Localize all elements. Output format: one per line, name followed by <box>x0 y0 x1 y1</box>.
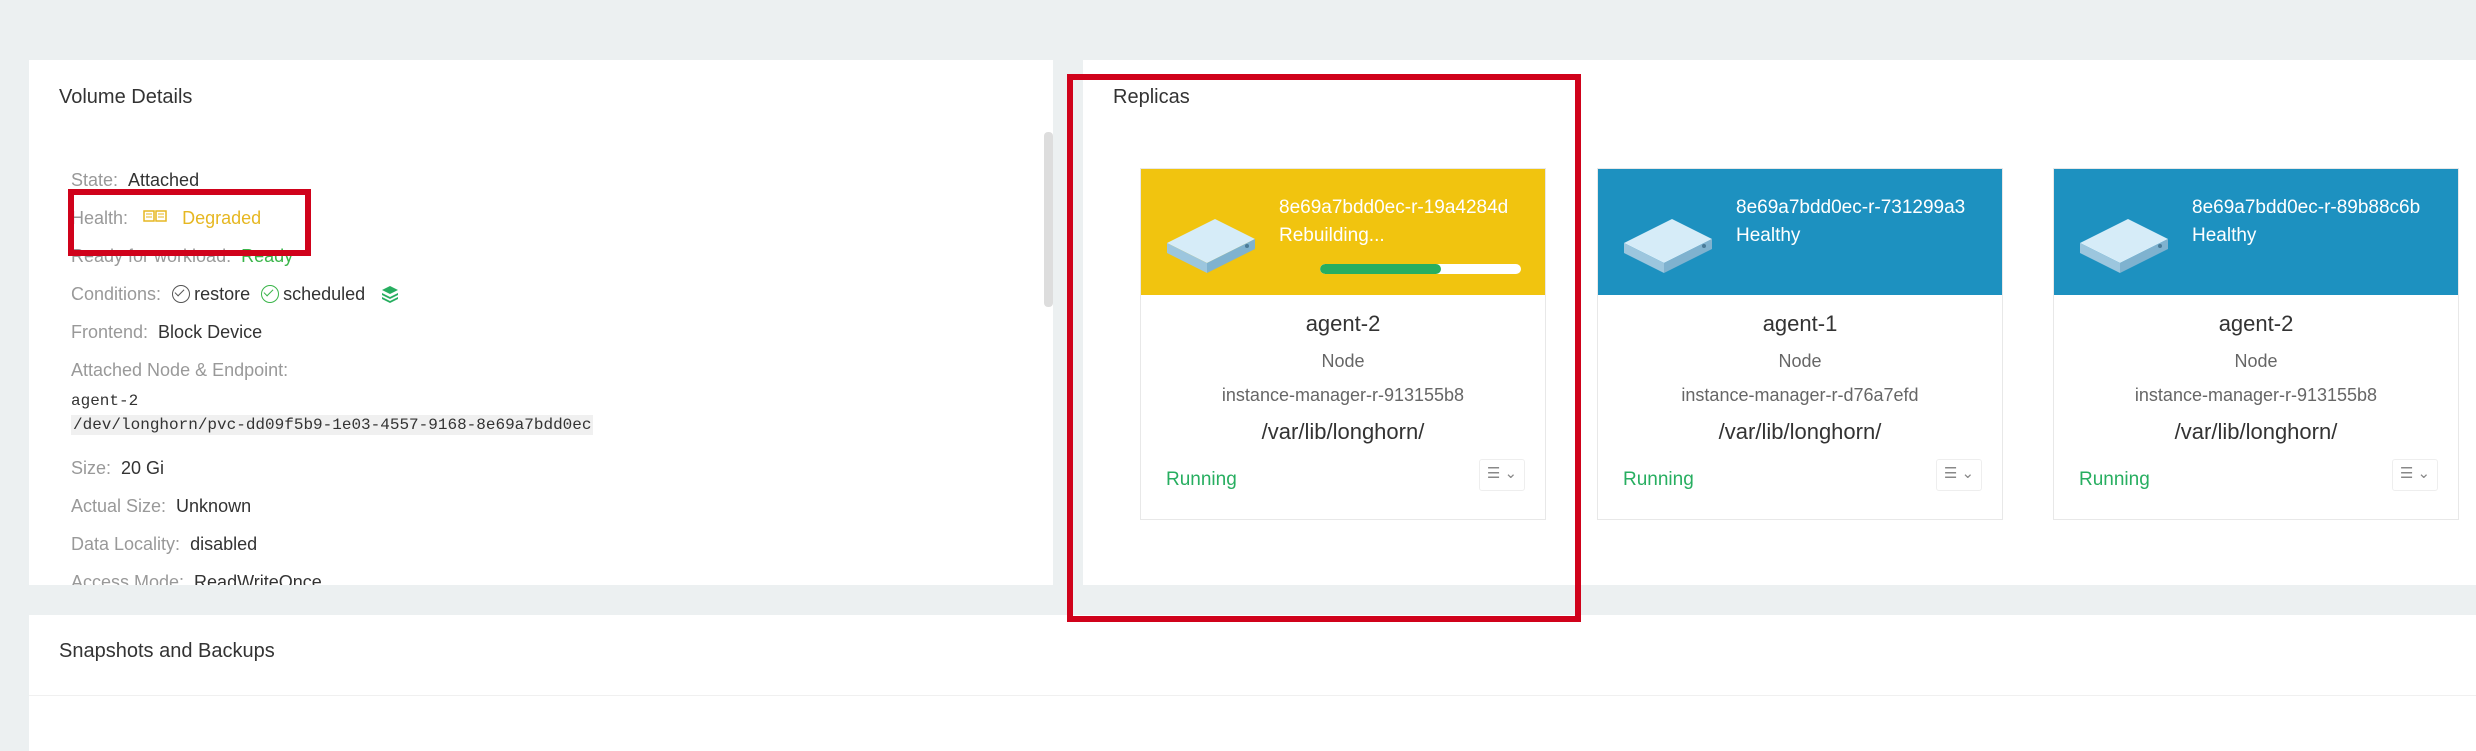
condition-restore[interactable]: restore <box>194 284 250 304</box>
replica-status: Running <box>2079 469 2150 490</box>
frontend-row: Frontend: Block Device <box>71 322 263 342</box>
volume-details-panel: Volume Details State: Attached Health: De… <box>29 60 1053 585</box>
attached-row: Attached Node & Endpoint: <box>71 360 289 380</box>
replica-highlight-box <box>1067 74 1581 622</box>
replica-name: 8e69a7bdd0ec-r-731299a3 <box>1736 197 1966 218</box>
replica-node-label: Node <box>2234 351 2278 371</box>
state-value: Attached <box>128 170 200 190</box>
replica-state: Healthy <box>1736 225 1801 246</box>
layers-icon[interactable] <box>380 284 400 304</box>
actual-size-row: Actual Size: Unknown <box>71 496 252 516</box>
divider <box>29 695 2476 696</box>
chevron-down-icon: ⌄ <box>1961 465 1975 482</box>
replica-path: /var/lib/longhorn/ <box>1718 419 1882 444</box>
list-icon: ☰ <box>2399 465 2414 482</box>
state-row: State: Attached <box>71 170 200 190</box>
volume-details-title: Volume Details <box>59 86 193 108</box>
replica-state: Healthy <box>2192 225 2257 246</box>
replica-card[interactable]: 8e69a7bdd0ec-r-731299a3 Healthy agent-1 … <box>1597 168 2003 520</box>
replica-card-header: 8e69a7bdd0ec-r-731299a3 Healthy <box>1598 169 2002 295</box>
replica-card-header: 8e69a7bdd0ec-r-89b88c6b Healthy <box>2054 169 2458 295</box>
list-icon: ☰ <box>1943 465 1958 482</box>
replica-node: agent-1 <box>1762 311 1838 336</box>
replica-node-label: Node <box>1778 351 1822 371</box>
conditions-row: Conditions: restore scheduled <box>71 284 400 305</box>
actual-size-value: Unknown <box>176 496 252 516</box>
replica-instance-manager: instance-manager-r-913155b8 <box>2134 385 2378 405</box>
chevron-down-icon: ⌄ <box>2417 465 2431 482</box>
replica-status: Running <box>1623 469 1694 490</box>
locality-value: disabled <box>190 534 258 554</box>
replica-name: 8e69a7bdd0ec-r-89b88c6b <box>2192 197 2421 218</box>
replica-menu-button[interactable]: ☰ ⌄ <box>2392 459 2438 491</box>
replica-node: agent-2 <box>2218 311 2294 336</box>
replica-menu-button[interactable]: ☰ ⌄ <box>1936 459 1982 491</box>
frontend-value: Block Device <box>158 322 263 342</box>
access-mode-row: Access Mode: ReadWriteOnce <box>71 572 322 585</box>
size-row: Size: 20 Gi <box>71 458 165 478</box>
scheduled-check-icon <box>261 285 280 303</box>
locality-row: Data Locality: disabled <box>71 534 258 554</box>
snapshots-title: Snapshots and Backups <box>59 640 275 662</box>
server-disk-icon <box>1620 207 1716 284</box>
access-mode-value: ReadWriteOnce <box>194 572 322 585</box>
size-value: 20 Gi <box>121 458 165 478</box>
condition-scheduled[interactable]: scheduled <box>283 284 365 304</box>
replica-card[interactable]: 8e69a7bdd0ec-r-89b88c6b Healthy agent-2 … <box>2053 168 2459 520</box>
replica-path: /var/lib/longhorn/ <box>2174 419 2338 444</box>
attached-node: agent-2 <box>71 392 139 410</box>
replica-instance-manager: instance-manager-r-d76a7efd <box>1681 385 1919 405</box>
volume-details-scrollbar[interactable] <box>1044 132 1053 307</box>
health-highlight-box <box>68 189 311 256</box>
restore-check-icon <box>172 285 191 303</box>
snapshots-panel: Snapshots and Backups <box>29 615 2476 751</box>
attached-endpoint: /dev/longhorn/pvc-dd09f5b9-1e03-4557-916… <box>71 415 594 435</box>
server-disk-icon <box>2076 207 2172 284</box>
